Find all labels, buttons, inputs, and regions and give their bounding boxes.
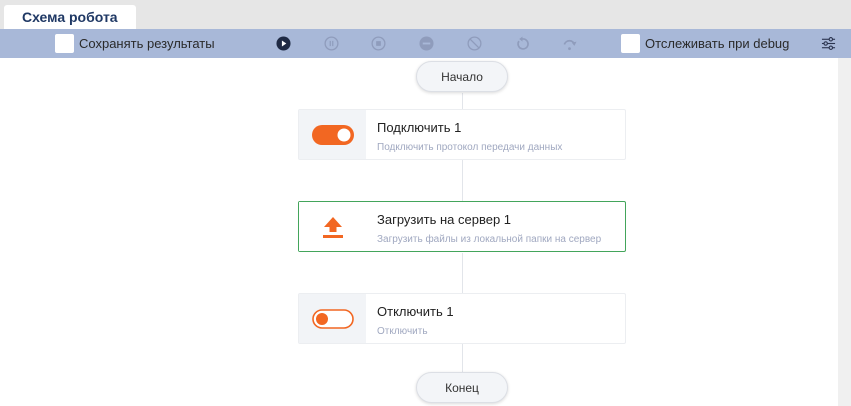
connector-line (462, 93, 463, 109)
restart-icon[interactable] (515, 36, 530, 51)
flow-node-connect[interactable]: Подключить 1 Подключить протокол передач… (298, 109, 626, 160)
save-results-checkbox[interactable] (55, 34, 74, 53)
node-title: Отключить 1 (377, 304, 454, 319)
node-subtitle: Подключить протокол передачи данных (377, 142, 563, 153)
flow-node-upload[interactable]: Загрузить на сервер 1 Загрузить файлы из… (298, 201, 626, 252)
start-label: Начало (441, 69, 483, 84)
node-icon-box (299, 110, 366, 159)
end-node[interactable]: Конец (416, 372, 508, 403)
settings-sliders-icon[interactable] (821, 36, 836, 51)
play-icon[interactable] (276, 36, 291, 51)
save-results-label: Сохранять результаты (79, 36, 215, 51)
node-title: Подключить 1 (377, 120, 462, 135)
node-icon-box (299, 294, 366, 343)
toggle-off-icon (311, 308, 354, 329)
step-over-icon[interactable] (562, 36, 577, 51)
connector-line (462, 160, 463, 201)
tab-robot-scheme[interactable]: Схема робота (4, 5, 136, 29)
end-label: Конец (445, 380, 479, 395)
upload-icon (322, 216, 343, 238)
debug-track-label: Отслеживать при debug (645, 36, 790, 51)
stop-icon[interactable] (371, 36, 386, 51)
disable-icon[interactable] (419, 36, 434, 51)
start-node[interactable]: Начало (416, 61, 508, 92)
node-icon-box (299, 202, 366, 251)
pause-icon[interactable] (324, 36, 339, 51)
toolbar: Сохранять результаты Отслеживать при deb… (0, 29, 851, 58)
vertical-scrollbar[interactable] (838, 58, 851, 406)
flow-node-disconnect[interactable]: Отключить 1 Отключить (298, 293, 626, 344)
node-subtitle: Отключить (377, 326, 428, 337)
tab-bar: Схема робота (0, 0, 851, 29)
connector-line (462, 344, 463, 372)
debug-track-checkbox[interactable] (621, 34, 640, 53)
node-title: Загрузить на сервер 1 (377, 212, 512, 227)
connector-line (462, 253, 463, 293)
node-subtitle: Загрузить файлы из локальной папки на се… (377, 234, 602, 245)
tab-label: Схема робота (22, 9, 118, 25)
block-icon[interactable] (467, 36, 482, 51)
toggle-on-icon (311, 124, 354, 145)
